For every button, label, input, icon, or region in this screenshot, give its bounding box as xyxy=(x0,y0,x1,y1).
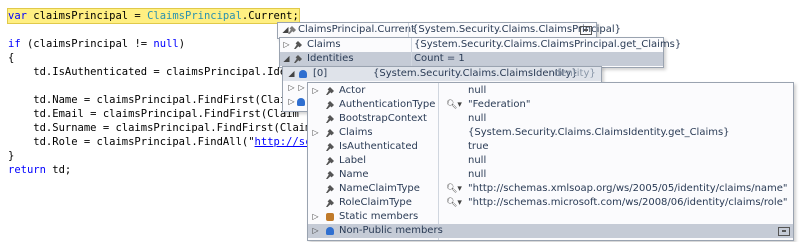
magnifier-icon[interactable]: 🔍︎▾ xyxy=(446,196,462,210)
code-line-9[interactable]: td.Surname = claimsPrincipal.FindFirst(C… xyxy=(8,121,311,135)
column-divider xyxy=(411,38,412,52)
datatip-claims-identity-members[interactable]: ▷ Actor null AuthenticationType 🔍︎▾ "Fed… xyxy=(307,82,794,241)
datatip-row-label[interactable]: Label null xyxy=(308,154,793,168)
code-line-8[interactable]: td.Email = claimsPrincipal.FindFirst(Cla… xyxy=(8,107,299,121)
datatip-row-claims[interactable]: ▷ Claims {System.Security.Claims.ClaimsI… xyxy=(308,126,793,140)
pin-icon[interactable] xyxy=(778,227,790,236)
datatip-row-is-authenticated[interactable]: IsAuthenticated true xyxy=(308,140,793,154)
datatip-row-static-members[interactable]: ▷ Static members xyxy=(308,210,793,224)
datatip-row-identities[interactable]: ◢ Identities Count = 1 xyxy=(280,52,663,66)
expand-arrow-icon[interactable]: ▷ xyxy=(311,224,320,238)
property-icon xyxy=(326,185,334,193)
code-line-3[interactable]: if (claimsPrincipal != null) xyxy=(8,37,185,51)
expand-arrow-icon[interactable]: ▷ xyxy=(287,95,296,109)
pin-icon[interactable] xyxy=(580,26,592,35)
code-line-11[interactable]: } xyxy=(8,149,14,163)
magnifier-icon[interactable]: 🔍︎▾ xyxy=(446,98,462,112)
expand-arrow-icon[interactable]: ▷ xyxy=(311,210,320,224)
property-icon xyxy=(326,115,334,123)
object-icon xyxy=(297,98,305,106)
static-members-icon xyxy=(326,213,334,221)
datatip-row-claims[interactable]: ▷ Claims {System.Security.Claims.ClaimsP… xyxy=(280,38,681,52)
expand-arrow-icon[interactable]: ▷ xyxy=(282,38,291,52)
datatip-row-identity-0[interactable]: ◢ [0] {System.Security.Claims.ClaimsIden… xyxy=(283,67,601,81)
datatip-row-actor[interactable]: ▷ Actor null xyxy=(308,84,793,98)
code-line-12[interactable]: return td; xyxy=(8,163,71,177)
column-divider xyxy=(411,52,412,66)
property-icon xyxy=(326,101,334,109)
code-line-4[interactable]: { xyxy=(8,51,14,65)
datatip-name: ClaimsPrincipal.Current xyxy=(298,24,415,35)
property-icon xyxy=(326,143,334,151)
code-line-7[interactable]: td.Name = claimsPrincipal.FindFirst(Clai xyxy=(8,93,286,107)
column-divider xyxy=(408,23,409,37)
property-icon xyxy=(326,157,334,165)
datatip-row-name[interactable]: Name null xyxy=(308,168,793,182)
expand-arrow-icon[interactable]: ▷ xyxy=(297,81,306,95)
datatip-row-non-public-members[interactable]: ▷ Non-Public members xyxy=(308,224,793,238)
collapse-arrow-icon[interactable]: ◢ xyxy=(282,52,291,66)
code-line-5[interactable]: td.IsAuthenticated = claimsPrincipal.Ide xyxy=(8,65,286,79)
expand-arrow-icon[interactable]: ▷ xyxy=(287,81,296,95)
datatip-principal-members[interactable]: ▷ Claims {System.Security.Claims.ClaimsP… xyxy=(279,37,681,68)
magnifier-icon[interactable]: 🔍︎▾ xyxy=(446,182,462,196)
datatip-row-bootstrap-context[interactable]: BootstrapContext null xyxy=(308,112,793,126)
property-icon xyxy=(294,41,302,49)
non-public-members-icon xyxy=(326,227,334,235)
object-icon xyxy=(299,70,307,78)
property-icon xyxy=(294,55,302,63)
code-line-1[interactable]: var claimsPrincipal = ClaimsPrincipal.Cu… xyxy=(7,8,300,24)
collapse-arrow-icon[interactable]: ◢ xyxy=(281,23,290,37)
datatip-row-name-claim-type[interactable]: NameClaimType 🔍︎▾ "http://schemas.xmlsoa… xyxy=(308,182,793,196)
property-icon xyxy=(326,87,334,95)
expand-arrow-icon[interactable]: ▷ xyxy=(311,126,320,140)
property-icon xyxy=(326,171,334,179)
datatip-row-authentication-type[interactable]: AuthenticationType 🔍︎▾ "Federation" xyxy=(308,98,793,112)
code-line-10[interactable]: td.Role = claimsPrincipal.FindAll("http:… xyxy=(8,135,317,149)
datatip-row-role-claim-type[interactable]: RoleClaimType 🔍︎▾ "http://schemas.micros… xyxy=(308,196,793,210)
property-icon xyxy=(326,199,334,207)
property-icon xyxy=(326,129,334,137)
collapse-arrow-icon[interactable]: ◢ xyxy=(287,67,296,81)
expand-arrow-icon[interactable]: ▷ xyxy=(311,84,320,98)
